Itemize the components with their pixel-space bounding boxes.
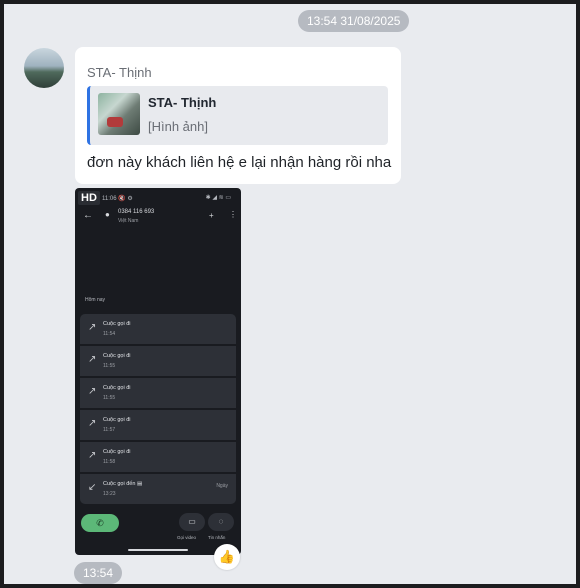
- call-log-list: ↗ Cuộc gọi đi 11:54 ↗ Cuộc gọi đi 11:55 …: [80, 314, 236, 506]
- call-log-row: ↙ Cuộc gọi đến ▤ 13:23 Ngày: [80, 474, 236, 504]
- outgoing-call-icon: ↗: [88, 322, 97, 333]
- outgoing-call-icon: ↗: [88, 354, 97, 365]
- video-call-icon: ▭: [179, 513, 205, 531]
- date-separator: 13:54 31/08/2025: [298, 10, 410, 32]
- call-log-row: ↗ Cuộc gọi đi 11:55: [80, 346, 236, 376]
- call-time: 11:55: [103, 363, 116, 369]
- video-call-label: Gọi video: [177, 535, 197, 540]
- chat-bubble-icon: ◌: [208, 513, 234, 531]
- call-section-label: Hôm nay: [85, 297, 106, 303]
- quoted-preview-text: [Hình ảnh]: [148, 119, 208, 134]
- message-bubble[interactable]: STA- Thịnh STA- Thịnh [Hình ảnh] đơn này…: [75, 47, 401, 184]
- call-time: 13:23: [103, 491, 116, 497]
- call-time: 11:54: [103, 331, 116, 337]
- more-options-icon: ⋮: [229, 210, 237, 219]
- chat-panel: 13:54 31/08/2025 STA- Thịnh STA- Thịnh […: [4, 4, 576, 584]
- phone-icon: ✆: [81, 514, 119, 532]
- call-time: 11:58: [103, 459, 116, 465]
- call-log-row: ↗ Cuộc gọi đi 11:57: [80, 410, 236, 440]
- call-date: Ngày: [216, 483, 228, 489]
- outgoing-call-icon: ↗: [88, 450, 97, 461]
- call-type-label: Cuộc gọi đi: [103, 449, 131, 455]
- sender-name: STA- Thịnh: [87, 65, 152, 80]
- message-time: 13:54: [74, 562, 123, 584]
- sender-avatar[interactable]: [24, 48, 64, 88]
- call-type-label: Cuộc gọi đến ▤: [103, 481, 143, 487]
- call-type-label: Cuộc gọi đi: [103, 353, 131, 359]
- thumbs-up-icon[interactable]: 👍: [214, 544, 240, 570]
- phone-number: 0384 116 693: [118, 209, 155, 215]
- call-log-row: ↗ Cuộc gọi đi 11:58: [80, 442, 236, 472]
- phone-status-icons: ✱ ◢ ≋ ▭: [205, 195, 231, 201]
- call-time: 11:57: [103, 427, 116, 433]
- call-log-row: ↗ Cuộc gọi đi 11:54: [80, 314, 236, 344]
- country-label: Việt Nam: [118, 218, 139, 224]
- call-type-label: Cuộc gọi đi: [103, 417, 131, 423]
- message-text: đơn này khách liên hệ e lại nhận hàng rồ…: [87, 154, 392, 171]
- quoted-sender-name: STA- Thịnh: [148, 95, 217, 110]
- message-label: Tin nhắn: [208, 535, 226, 540]
- add-contact-icon: +: [209, 211, 214, 220]
- back-arrow-icon: ←: [83, 210, 93, 221]
- incoming-call-icon: ↙: [88, 482, 97, 493]
- outgoing-call-icon: ↗: [88, 418, 97, 429]
- call-log-row: ↗ Cuộc gọi đi 11:55: [80, 378, 236, 408]
- quoted-message[interactable]: STA- Thịnh [Hình ảnh]: [87, 86, 388, 145]
- call-type-label: Cuộc gọi đi: [103, 385, 131, 391]
- outgoing-call-icon: ↗: [88, 386, 97, 397]
- call-time: 11:55: [103, 395, 116, 401]
- image-message[interactable]: HD 11:06 🔇 ⚙ ✱ ◢ ≋ ▭ ← ● 0384 116 693 Vi…: [75, 188, 241, 555]
- hd-badge: HD: [78, 191, 100, 205]
- quoted-image-thumbnail: [98, 93, 140, 135]
- phone-status-time: 11:06 🔇 ⚙: [102, 196, 133, 202]
- person-icon: ●: [105, 210, 110, 219]
- call-type-label: Cuộc gọi đi: [103, 321, 131, 327]
- home-indicator: [128, 549, 188, 551]
